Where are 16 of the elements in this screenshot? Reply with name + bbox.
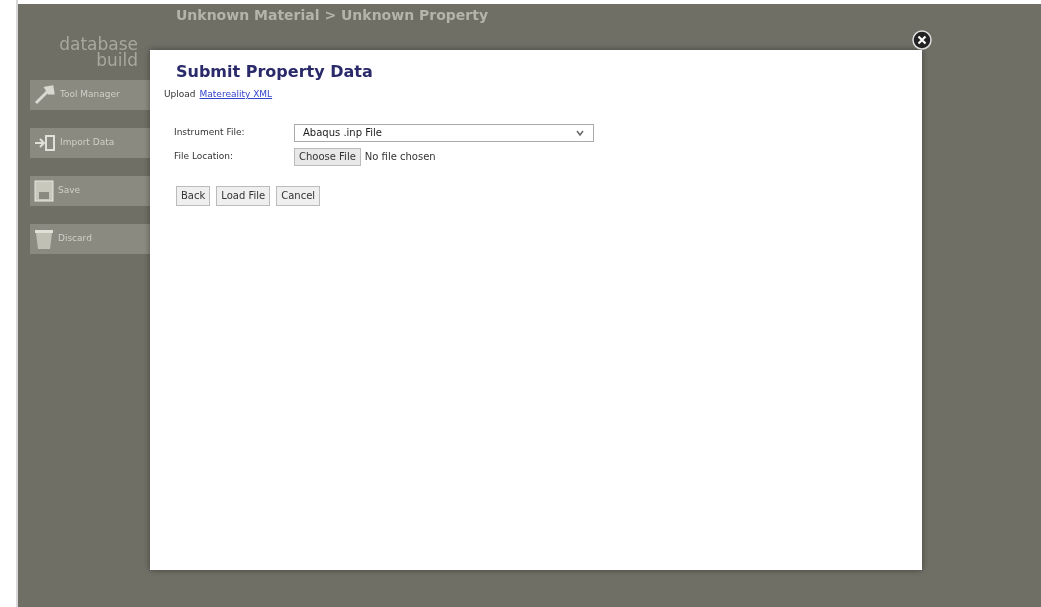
- field-label: Instrument File:: [174, 125, 246, 139]
- import-icon: [34, 135, 56, 151]
- dialog-button[interactable]: Load File: [216, 185, 271, 206]
- upload-link[interactable]: Matereality XML: [199, 88, 273, 102]
- dialog-title: Submit Property Data: [176, 61, 374, 83]
- trash-icon: [34, 228, 54, 250]
- file-status: No file chosen: [364, 150, 436, 164]
- logo: database build: [58, 36, 138, 68]
- instrument-select[interactable]: Abaqus .inp File: [294, 123, 594, 142]
- upload-label: Upload: [164, 88, 196, 101]
- close-icon[interactable]: [912, 30, 932, 50]
- dialog-button[interactable]: Back: [176, 185, 211, 206]
- dialog-button[interactable]: Cancel: [276, 185, 321, 206]
- field-label: File Location:: [174, 149, 235, 163]
- choose-file-button[interactable]: Choose File: [294, 147, 361, 166]
- breadcrumb: Unknown Material > Unknown Property: [176, 6, 489, 25]
